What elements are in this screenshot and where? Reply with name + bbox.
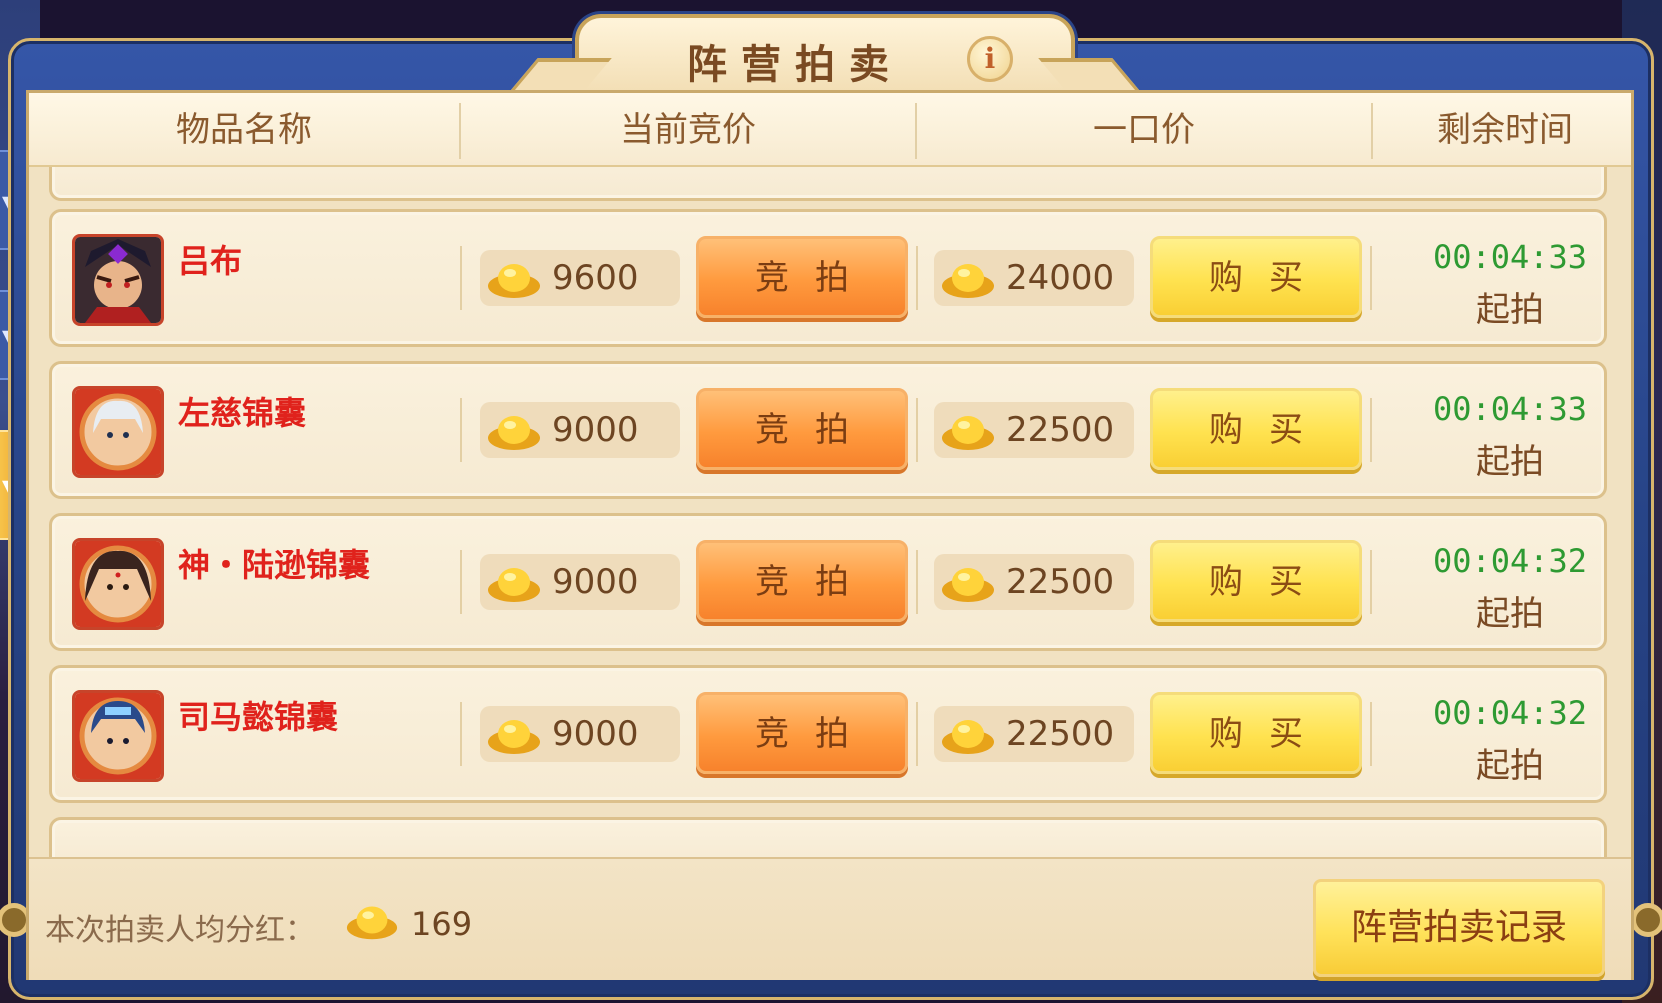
luxun-portrait-icon[interactable]	[72, 538, 164, 630]
auction-status: 起拍	[1476, 442, 1544, 482]
window-title: 阵营拍卖	[687, 41, 903, 88]
table-header: 物品名称 当前竞价 一口价 剩余时间	[29, 93, 1631, 167]
item-name: 神・陆逊锦囊	[178, 546, 371, 584]
current-bid-display: 9600	[480, 250, 680, 306]
item-name: 左慈锦囊	[178, 394, 307, 432]
buyout-value: 24000	[1006, 258, 1115, 298]
buyout-display: 24000	[934, 250, 1134, 306]
auction-status: 起拍	[1476, 290, 1544, 330]
auction-panel: 物品名称 当前竞价 一口价 剩余时间 吕布 9600 竞拍 24000 购买 0…	[26, 90, 1634, 980]
column-divider	[460, 550, 462, 614]
dividend-value: 169	[411, 905, 473, 943]
table-row: 吕布 9600 竞拍 24000 购买 00:04:33 起拍	[49, 209, 1607, 347]
gold-ingot-icon	[488, 416, 540, 450]
column-divider	[460, 702, 462, 766]
buy-button[interactable]: 购买	[1150, 692, 1362, 774]
current-bid-value: 9000	[552, 410, 639, 450]
title-plaque: 阵营拍卖 i	[575, 14, 1075, 90]
buyout-value: 22500	[1006, 562, 1115, 602]
column-divider	[1370, 550, 1372, 614]
column-header-time-left: 剩余时间	[1437, 110, 1573, 150]
buy-button[interactable]: 购买	[1150, 236, 1362, 318]
column-header-name: 物品名称	[176, 110, 312, 150]
buy-button[interactable]: 购买	[1150, 540, 1362, 622]
info-icon[interactable]: i	[967, 36, 1013, 82]
column-divider	[916, 702, 918, 766]
current-bid-value: 9600	[552, 258, 639, 298]
column-divider	[1370, 398, 1372, 462]
auction-status: 起拍	[1476, 746, 1544, 786]
frame-ornament	[1631, 903, 1662, 937]
list-item-partial	[49, 167, 1607, 201]
countdown-timer: 00:04:32	[1432, 542, 1588, 580]
bid-button[interactable]: 竞拍	[696, 692, 908, 774]
column-divider	[916, 398, 918, 462]
gold-ingot-icon	[942, 568, 994, 602]
countdown-timer: 00:04:32	[1432, 694, 1588, 732]
buyout-display: 22500	[934, 706, 1134, 762]
gold-ingot-icon	[488, 720, 540, 754]
lvbu-portrait-icon[interactable]	[72, 234, 164, 326]
auction-list[interactable]: 吕布 9600 竞拍 24000 购买 00:04:33 起拍 左慈锦囊 900…	[29, 167, 1631, 857]
column-header-buyout: 一口价	[1093, 110, 1195, 150]
current-bid-display: 9000	[480, 402, 680, 458]
column-divider	[1370, 702, 1372, 766]
current-bid-display: 9000	[480, 706, 680, 762]
item-name: 司马懿锦囊	[178, 698, 339, 736]
column-divider	[1370, 246, 1372, 310]
countdown-timer: 00:04:33	[1432, 238, 1588, 276]
auction-footer: 本次拍卖人均分红： 169 阵营拍卖记录	[29, 857, 1631, 980]
column-divider	[916, 550, 918, 614]
buyout-value: 22500	[1006, 410, 1115, 450]
item-name: 吕布	[178, 242, 243, 280]
countdown-timer: 00:04:33	[1432, 390, 1588, 428]
current-bid-value: 9000	[552, 562, 639, 602]
bid-button[interactable]: 竞拍	[696, 236, 908, 318]
table-row: 左慈锦囊 9000 竞拍 22500 购买 00:04:33 起拍	[49, 361, 1607, 499]
column-header-current-bid: 当前竞价	[620, 110, 756, 150]
column-divider	[916, 246, 918, 310]
dividend-label: 本次拍卖人均分红：	[45, 913, 315, 948]
simayi-portrait-icon[interactable]	[72, 690, 164, 782]
current-bid-value: 9000	[552, 714, 639, 754]
buyout-display: 22500	[934, 554, 1134, 610]
gold-ingot-icon	[488, 568, 540, 602]
current-bid-display: 9000	[480, 554, 680, 610]
auction-record-button[interactable]: 阵营拍卖记录	[1313, 879, 1605, 977]
column-divider	[460, 398, 462, 462]
buyout-value: 22500	[1006, 714, 1115, 754]
bid-button[interactable]: 竞拍	[696, 540, 908, 622]
gold-ingot-icon	[488, 264, 540, 298]
gold-ingot-icon	[942, 416, 994, 450]
list-item-partial	[49, 817, 1607, 857]
zuoci-portrait-icon[interactable]	[72, 386, 164, 478]
table-row: 神・陆逊锦囊 9000 竞拍 22500 购买 00:04:32 起拍	[49, 513, 1607, 651]
auction-status: 起拍	[1476, 594, 1544, 634]
gold-ingot-icon	[942, 264, 994, 298]
table-row: 司马懿锦囊 9000 竞拍 22500 购买 00:04:32 起拍	[49, 665, 1607, 803]
gold-ingot-icon	[942, 720, 994, 754]
gold-ingot-icon	[346, 906, 398, 940]
column-divider	[460, 246, 462, 310]
bid-button[interactable]: 竞拍	[696, 388, 908, 470]
buyout-display: 22500	[934, 402, 1134, 458]
buy-button[interactable]: 购买	[1150, 388, 1362, 470]
